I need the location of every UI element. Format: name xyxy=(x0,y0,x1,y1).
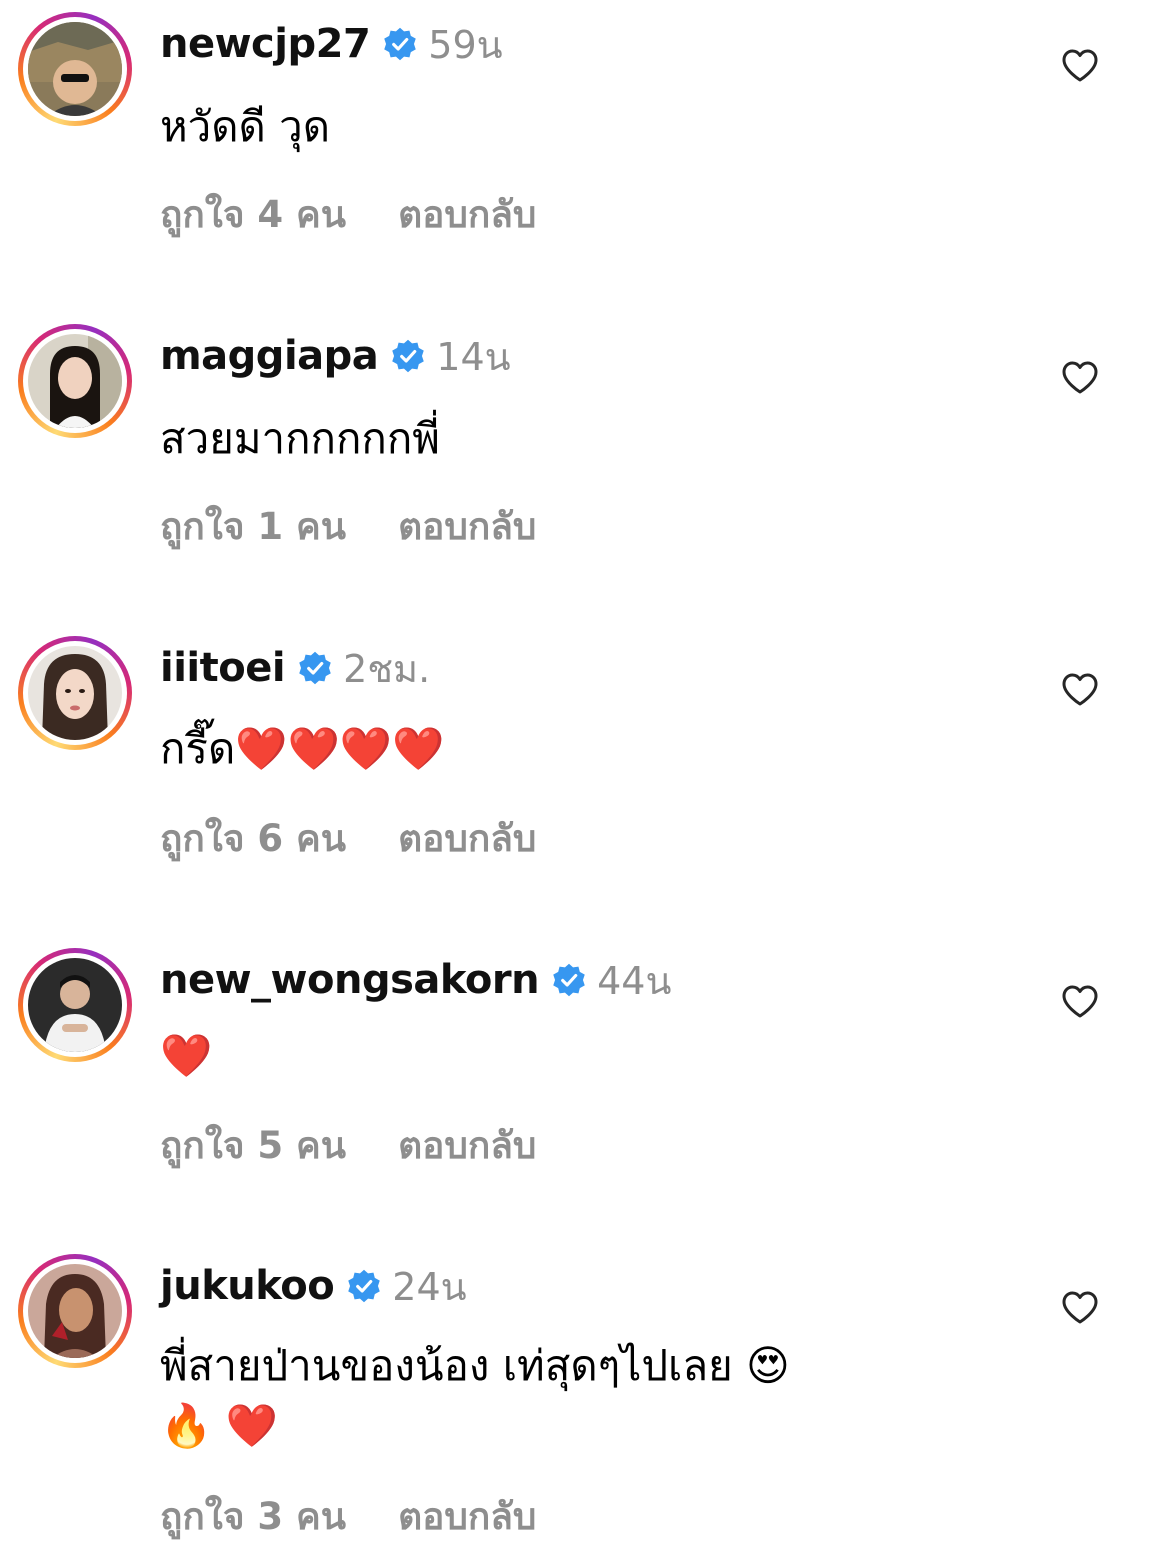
heart-outline-icon[interactable] xyxy=(1060,358,1100,398)
comment-header: jukukoo 24น xyxy=(160,1258,467,1314)
comment-time: 59น xyxy=(428,22,503,67)
comment-meta: ถูกใจ 4 คน ตอบกลับ xyxy=(160,185,536,244)
comment-time: 24น xyxy=(392,1264,467,1309)
story-ring[interactable] xyxy=(18,948,132,1062)
verified-badge-icon xyxy=(384,27,417,61)
username[interactable]: new_wongsakorn xyxy=(160,957,540,1003)
comment-time: 14น xyxy=(436,334,511,379)
heart-outline-icon[interactable] xyxy=(1060,1288,1100,1328)
avatar[interactable] xyxy=(28,22,122,116)
avatar[interactable] xyxy=(28,646,122,740)
comment-text: ❤️ xyxy=(160,1031,213,1080)
likes-count[interactable]: ถูกใจ 5 คน xyxy=(160,1116,346,1175)
reply-button[interactable]: ตอบกลับ xyxy=(398,497,536,556)
username[interactable]: newcjp27 xyxy=(160,21,371,67)
avatar[interactable] xyxy=(28,334,122,428)
comment-time: 44น xyxy=(597,958,672,1003)
reply-button[interactable]: ตอบกลับ xyxy=(398,809,536,868)
likes-count[interactable]: ถูกใจ 1 คน xyxy=(160,497,346,556)
verified-badge-icon xyxy=(553,963,585,997)
heart-outline-icon[interactable] xyxy=(1060,46,1100,86)
comment-text: กรี๊ด❤️❤️❤️❤️ xyxy=(160,724,445,773)
reply-button[interactable]: ตอบกลับ xyxy=(398,185,536,244)
username[interactable]: iiitoei xyxy=(160,645,286,691)
story-ring[interactable] xyxy=(18,324,132,438)
verified-badge-icon xyxy=(348,1269,381,1303)
comment-header: new_wongsakorn 44น xyxy=(160,952,671,1008)
likes-count[interactable]: ถูกใจ 4 คน xyxy=(160,185,346,244)
username[interactable]: jukukoo xyxy=(160,1263,335,1309)
avatar[interactable] xyxy=(28,958,122,1052)
comment-text: พี่สายป่านของน้อง เท่สุดๆไปเลย 😍 🔥 ❤️ xyxy=(160,1341,790,1450)
comment-header: maggiapa 14น xyxy=(160,328,511,384)
story-ring[interactable] xyxy=(18,636,132,750)
likes-count[interactable]: ถูกใจ 3 คน xyxy=(160,1487,346,1546)
comment-meta: ถูกใจ 3 คน ตอบกลับ xyxy=(160,1487,536,1546)
comment-header: iiitoei 2ชม. xyxy=(160,640,430,696)
comment-meta: ถูกใจ 6 คน ตอบกลับ xyxy=(160,809,536,868)
reply-button[interactable]: ตอบกลับ xyxy=(398,1116,536,1175)
avatar[interactable] xyxy=(28,1264,122,1358)
likes-count[interactable]: ถูกใจ 6 คน xyxy=(160,809,346,868)
comment-text: สวยมากกกกกพี่ xyxy=(160,414,440,463)
heart-outline-icon[interactable] xyxy=(1060,982,1100,1022)
username[interactable]: maggiapa xyxy=(160,333,379,379)
comment-meta: ถูกใจ 1 คน ตอบกลับ xyxy=(160,497,536,556)
comment-text: หวัดดี วุด xyxy=(160,102,331,151)
story-ring[interactable] xyxy=(18,12,132,126)
reply-button[interactable]: ตอบกลับ xyxy=(398,1487,536,1546)
comment-header: newcjp27 59น xyxy=(160,16,503,72)
comment-time: 2ชม. xyxy=(343,646,431,691)
story-ring[interactable] xyxy=(18,1254,132,1368)
verified-badge-icon xyxy=(392,339,425,373)
verified-badge-icon xyxy=(299,651,331,685)
comment-meta: ถูกใจ 5 คน ตอบกลับ xyxy=(160,1116,536,1175)
heart-outline-icon[interactable] xyxy=(1060,670,1100,710)
